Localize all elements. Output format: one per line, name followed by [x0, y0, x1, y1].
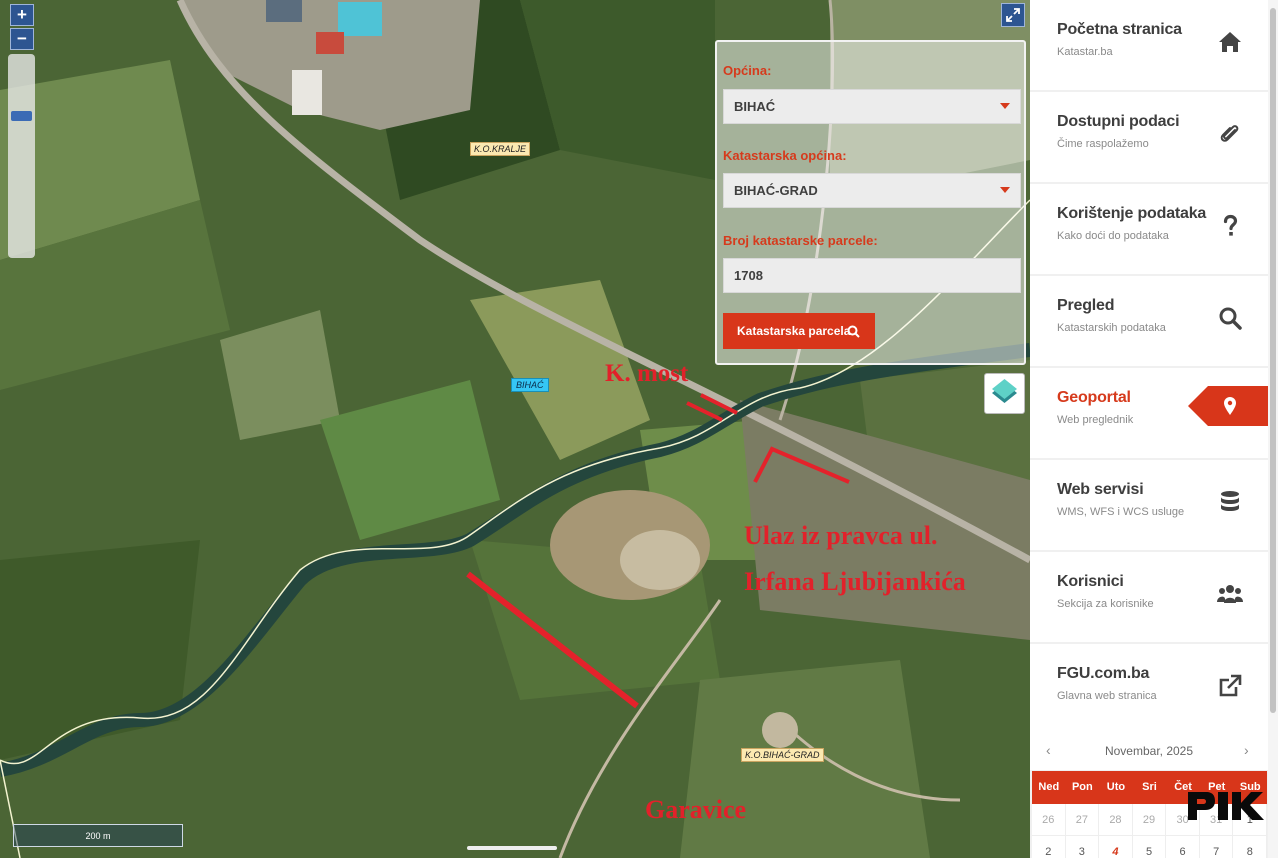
sidebar-item-subtitle: Katastar.ba: [1057, 46, 1113, 58]
sidebar-item-subtitle: Čime raspolažemo: [1057, 138, 1149, 150]
annotation-garavice: Garavice: [645, 795, 747, 824]
sidebar-item-title: Dostupni podaci: [1057, 113, 1180, 130]
annotation-ulaz-line2: Irfana Ljubijankića: [744, 567, 966, 596]
calendar-day[interactable]: 27: [1065, 804, 1100, 836]
zoom-out-button[interactable]: −: [10, 28, 34, 50]
fullscreen-button[interactable]: [1001, 3, 1025, 27]
annotation-ulaz-line1: Ulaz iz pravca ul.: [744, 521, 938, 550]
katastarska-parcela-button[interactable]: Katastarska parcela: [723, 313, 875, 349]
calendar-day-today[interactable]: 4: [1099, 836, 1133, 858]
sidebar-item-subtitle: Katastarskih podataka: [1057, 322, 1166, 334]
calendar-week-row: 2 3 4 5 6 7 8: [1032, 836, 1268, 858]
calendar-day[interactable]: 6: [1166, 836, 1200, 858]
calendar-day[interactable]: 7: [1200, 836, 1234, 858]
sidebar-item-koristenje-podataka[interactable]: Korištenje podataka Kako doći do podatak…: [1030, 184, 1268, 274]
search-icon: [847, 325, 860, 338]
opcina-select[interactable]: BIHAĆ: [723, 89, 1021, 124]
katastarska-parcela-button-label: Katastarska parcela: [737, 324, 851, 338]
scrollbar-thumb[interactable]: [1270, 8, 1276, 713]
calendar-day[interactable]: 29: [1132, 804, 1167, 836]
parcela-label: Broj katastarske parcele:: [723, 233, 878, 248]
search-icon: [1219, 307, 1242, 330]
weekday: Sri: [1142, 781, 1157, 793]
sidebar-item-subtitle: Sekcija za korisnike: [1057, 598, 1154, 610]
parcela-input[interactable]: 1708: [723, 258, 1021, 293]
scale-bar: 200 m: [13, 824, 183, 847]
sidebar-item-korisnici[interactable]: Korisnici Sekcija za korisnike: [1030, 552, 1268, 642]
sidebar-item-subtitle: Kako doći do podataka: [1057, 230, 1169, 242]
external-link-icon: [1219, 674, 1242, 697]
calendar-day[interactable]: 3: [1066, 836, 1100, 858]
calendar-day[interactable]: 8: [1233, 836, 1268, 858]
calendar-title: Novembar, 2025: [1104, 744, 1194, 758]
sidebar-item-subtitle: Glavna web stranica: [1057, 690, 1157, 702]
katastarska-opcina-label: Katastarska općina:: [723, 148, 847, 163]
sidebar-item-pregled[interactable]: Pregled Katastarskih podataka: [1030, 276, 1268, 366]
sidebar-item-dostupni-podaci[interactable]: Dostupni podaci Čime raspolažemo: [1030, 92, 1268, 182]
sidebar-item-title: Korištenje podataka: [1057, 205, 1207, 222]
sidebar-item-fgu[interactable]: FGU.com.ba Glavna web stranica: [1030, 644, 1268, 734]
sidebar-item-title: Pregled: [1057, 297, 1115, 314]
ko-bihac-grad-label: K.O.BIHAĆ-GRAD: [741, 748, 824, 762]
calendar-day[interactable]: 26: [1032, 804, 1066, 836]
sidebar-item-title: Korisnici: [1057, 573, 1124, 590]
weekday: Ned: [1038, 781, 1060, 793]
caret-down-icon: [1000, 187, 1010, 193]
zoom-in-button[interactable]: +: [10, 4, 34, 26]
sidebar-item-subtitle: WMS, WFS i WCS usluge: [1057, 506, 1185, 518]
katastarska-opcina-value: BIHAĆ-GRAD: [734, 183, 818, 198]
sidebar-item-title: Web servisi: [1057, 481, 1144, 498]
home-indicator: [467, 846, 557, 850]
ko-kralje-label: K.O.KRALJE: [470, 142, 531, 156]
home-icon: [1219, 32, 1241, 52]
parcel-search-panel: Općina: BIHAĆ Katastarska općina: BIHAĆ-…: [715, 40, 1026, 365]
sidebar-item-geoportal[interactable]: Geoportal Web preglednik: [1030, 368, 1268, 458]
page-scrollbar[interactable]: [1268, 0, 1278, 858]
paperclip-icon: [1220, 125, 1239, 142]
opcina-label: Općina:: [723, 63, 772, 78]
users-icon: [1217, 585, 1243, 603]
sidebar: Početna stranica Katastar.ba Dostupni po…: [1030, 0, 1268, 858]
calendar-next-button[interactable]: ›: [1244, 742, 1249, 758]
weekday: Pon: [1071, 781, 1093, 793]
map-viewport[interactable]: + − K.O.KRALJE BIHAĆ K.O.BIHAĆ-GRAD K. m…: [0, 0, 1030, 858]
katastarska-opcina-select[interactable]: BIHAĆ-GRAD: [723, 173, 1021, 208]
calendar-day[interactable]: 2: [1032, 836, 1066, 858]
parcela-value: 1708: [734, 268, 763, 283]
sidebar-item-title: Početna stranica: [1057, 21, 1182, 38]
calendar-header: ‹ Novembar, 2025 ›: [1030, 732, 1268, 770]
pik-watermark-logo: [1188, 792, 1264, 820]
annotation-most: K. most: [605, 360, 689, 387]
caret-down-icon: [1000, 103, 1010, 109]
sidebar-item-title: FGU.com.ba: [1057, 665, 1150, 682]
sidebar-item-web-servisi[interactable]: Web servisi WMS, WFS i WCS usluge: [1030, 460, 1268, 550]
active-indicator: [1188, 386, 1268, 426]
database-icon: [1221, 491, 1239, 511]
layers-icon: [992, 379, 1017, 403]
calendar-day[interactable]: 28: [1099, 804, 1133, 836]
opcina-value: BIHAĆ: [734, 99, 776, 114]
expand-icon: [1006, 8, 1020, 22]
sidebar-item-title: Geoportal: [1057, 389, 1131, 406]
zoom-slider[interactable]: [8, 54, 35, 258]
calendar-day[interactable]: 5: [1133, 836, 1167, 858]
weekday: Uto: [1106, 781, 1126, 793]
sidebar-item-pocetna[interactable]: Početna stranica Katastar.ba: [1030, 0, 1268, 90]
zoom-slider-thumb[interactable]: [11, 111, 32, 121]
layers-button[interactable]: [984, 373, 1025, 414]
zoom-control: + −: [10, 4, 34, 50]
bihac-label: BIHAĆ: [511, 378, 549, 392]
question-icon: [1223, 214, 1238, 236]
sidebar-item-subtitle: Web preglednik: [1057, 414, 1134, 426]
